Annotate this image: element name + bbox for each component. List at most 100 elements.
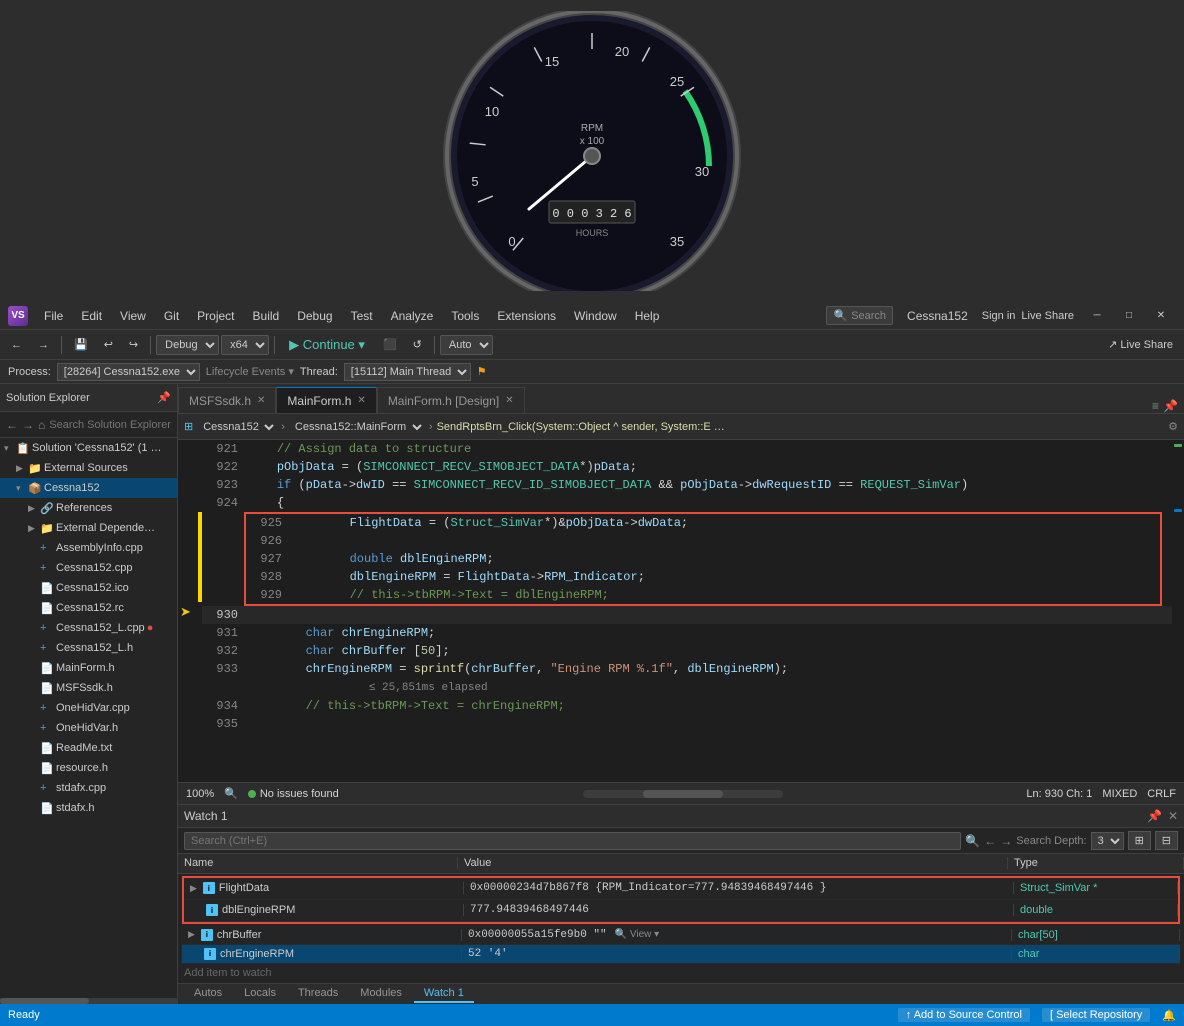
sidebar-pin-icon[interactable]: 📌 [157, 391, 171, 404]
sidebar-item-cessna152rc[interactable]: ▶ 📄 Cessna152.rc [0, 598, 177, 618]
sidebar-item-cessna152lh[interactable]: ▶ + Cessna152_L.h [0, 638, 177, 658]
tab-mainformh[interactable]: MainForm.h ✕ [276, 387, 376, 413]
menu-window[interactable]: Window [566, 306, 625, 326]
tab-pin-icon[interactable]: 📌 [1163, 399, 1178, 413]
menu-project[interactable]: Project [189, 306, 242, 326]
view-label[interactable]: 🔍 View ▾ [615, 929, 660, 940]
watch-row-flightdata[interactable]: ▶ i FlightData 0x00000234d7b867f8 {RPM_I… [184, 878, 1178, 900]
menu-file[interactable]: File [36, 306, 71, 326]
code-scroll-area[interactable]: 921 // Assign data to structure 922 pObj… [202, 440, 1172, 782]
sidebar-item-cessna152cpp[interactable]: ▶ + Cessna152.cpp [0, 558, 177, 578]
select-repository-btn[interactable]: [ Select Repository [1042, 1008, 1150, 1022]
tab-modules[interactable]: Modules [350, 985, 412, 1003]
watch-cols-btn[interactable]: ⊟ [1155, 831, 1178, 850]
maximize-button[interactable]: □ [1114, 306, 1144, 326]
watch-row-chrbuffer[interactable]: ▶ i chrBuffer 0x00000055a15fe9b0 "" 🔍 Vi… [182, 926, 1180, 945]
tab-autos[interactable]: Autos [184, 985, 232, 1003]
live-share-btn[interactable]: ↗ Live Share [1101, 335, 1180, 354]
tab-chevron-icon[interactable]: ≡ [1152, 399, 1159, 413]
sidebar-item-readme[interactable]: ▶ 📄 ReadMe.txt [0, 738, 177, 758]
menu-extensions[interactable]: Extensions [489, 306, 564, 326]
toolbar-redo[interactable]: ↪ [122, 335, 145, 354]
tab-mainformh-design-close[interactable]: ✕ [505, 395, 513, 406]
sidebar-item-cessna152ico[interactable]: ▶ 📄 Cessna152.ico [0, 578, 177, 598]
sidebar-item-cessna152[interactable]: ▾ 📦 Cessna152 [0, 478, 177, 498]
tab-mainformh-close[interactable]: ✕ [357, 395, 365, 406]
breadcrumb-settings-icon[interactable]: ⚙ [1168, 420, 1178, 433]
sidebar-item-references[interactable]: ▶ 🔗 References [0, 498, 177, 518]
sidebar-item-stdafxcpp[interactable]: ▶ + stdafx.cpp [0, 778, 177, 798]
menu-edit[interactable]: Edit [73, 306, 110, 326]
sidebar-item-assemblyinfo[interactable]: ▶ + AssemblyInfo.cpp [0, 538, 177, 558]
toolbar-save[interactable]: 💾 [67, 335, 95, 354]
toolbar-back[interactable]: ← [4, 336, 29, 354]
watch-filter-btn[interactable]: ⊞ [1128, 831, 1151, 850]
menu-git[interactable]: Git [156, 306, 187, 326]
close-button[interactable]: ✕ [1146, 306, 1176, 326]
watch-pin-icon[interactable]: 📌 [1147, 809, 1162, 823]
ln-930: 930 [210, 606, 248, 624]
nav-forward-icon[interactable]: → [1000, 834, 1012, 848]
menu-tools[interactable]: Tools [443, 306, 487, 326]
notification-icon[interactable]: 🔔 [1162, 1009, 1176, 1022]
menu-build[interactable]: Build [245, 306, 288, 326]
breadcrumb-file-dropdown[interactable]: Cessna152 [197, 419, 277, 435]
stop-button[interactable]: ⬛ [376, 335, 404, 354]
restart-button[interactable]: ↺ [406, 335, 429, 354]
thread-dropdown[interactable]: [15112] Main Thread [344, 363, 471, 381]
sign-in-label[interactable]: Sign in [982, 310, 1016, 322]
breadcrumb-class-dropdown[interactable]: Cessna152::MainForm [289, 419, 425, 435]
watch-row-chrenginerpm[interactable]: ▶ i chrEngineRPM 52 '4' char [182, 945, 1180, 964]
sidebar-item-resourceh[interactable]: ▶ 📄 resource.h [0, 758, 177, 778]
tab-msfssdk-close[interactable]: ✕ [257, 395, 265, 406]
sidebar-item-msfssdk[interactable]: ▶ 📄 MSFSsdk.h [0, 678, 177, 698]
toolbar-undo[interactable]: ↩ [97, 335, 120, 354]
sidebar-item-mainformh[interactable]: ▶ 📄 MainForm.h [0, 658, 177, 678]
sidebar-home[interactable]: ⌂ [38, 418, 45, 432]
process-dropdown[interactable]: [28264] Cessna152.exe [57, 363, 200, 381]
sidebar-item-onehidvarh[interactable]: ▶ + OneHidVar.h [0, 718, 177, 738]
editor-scrollbar-h[interactable] [583, 790, 783, 798]
menu-view[interactable]: View [112, 306, 154, 326]
debug-config-dropdown[interactable]: Debug [156, 335, 219, 355]
sidebar-item-stdafxh[interactable]: ▶ 📄 stdafx.h [0, 798, 177, 818]
expand-arrow[interactable]: ▶ [190, 883, 197, 894]
sidebar-item-external-sources[interactable]: ▶ 📁 External Sources [0, 458, 177, 478]
tab-msfssdk[interactable]: MSFSsdk.h ✕ [178, 387, 276, 413]
menu-help[interactable]: Help [627, 306, 668, 326]
expand-arrow-chrbuffer[interactable]: ▶ [188, 929, 195, 940]
sidebar-search-input[interactable] [49, 419, 178, 431]
menu-search-box[interactable]: 🔍 Search [826, 306, 893, 325]
toolbar-forward[interactable]: → [31, 336, 56, 354]
sidebar-scrollbar[interactable] [0, 998, 177, 1004]
sidebar-nav-forward[interactable]: → [22, 418, 34, 432]
sidebar-item-solution[interactable]: ▾ 📋 Solution 'Cessna152' (1 … [0, 438, 177, 458]
platform-dropdown[interactable]: x64 [221, 335, 269, 355]
sidebar-item-onehidvarcpp[interactable]: ▶ + OneHidVar.cpp [0, 698, 177, 718]
code-text-934: // this->tbRPM->Text = chrEngineRPM; [248, 697, 1172, 715]
nav-back-icon[interactable]: ← [984, 834, 996, 848]
tab-watch1[interactable]: Watch 1 [414, 985, 474, 1003]
watch-row-dblenginerpm[interactable]: ▶ i dblEngineRPM 777.94839468497446 doub… [184, 900, 1178, 922]
menu-analyze[interactable]: Analyze [383, 306, 442, 326]
sidebar-nav-back[interactable]: ← [6, 418, 18, 432]
tab-locals[interactable]: Locals [234, 985, 286, 1003]
zoom-level[interactable]: 100% [186, 788, 214, 800]
tab-threads[interactable]: Threads [288, 985, 348, 1003]
sidebar-item-cessna152lcpp[interactable]: ▶ + Cessna152_L.cpp ● [0, 618, 177, 638]
search-depth-select[interactable]: 3 [1091, 832, 1124, 850]
sidebar-item-ext-dep[interactable]: ▶ 📁 External Depende… [0, 518, 177, 538]
auto-dropdown[interactable]: Auto [440, 335, 493, 355]
tab-mainformh-design[interactable]: MainForm.h [Design] ✕ [377, 387, 525, 413]
minimize-button[interactable]: ─ [1082, 306, 1112, 326]
zoom-icon[interactable]: 🔍 [224, 787, 238, 800]
menu-debug[interactable]: Debug [289, 306, 340, 326]
live-share-label[interactable]: Live Share [1021, 310, 1074, 322]
search-filter-icon[interactable]: 🔍 [965, 834, 980, 848]
continue-button[interactable]: ▶ Continue ▾ [280, 334, 374, 356]
add-watch-item[interactable]: Add item to watch [178, 964, 1184, 983]
menu-test[interactable]: Test [343, 306, 381, 326]
add-to-source-control-btn[interactable]: ↑ Add to Source Control [898, 1008, 1030, 1022]
watch-search-input[interactable] [184, 832, 961, 850]
watch-close-icon[interactable]: ✕ [1168, 809, 1178, 823]
